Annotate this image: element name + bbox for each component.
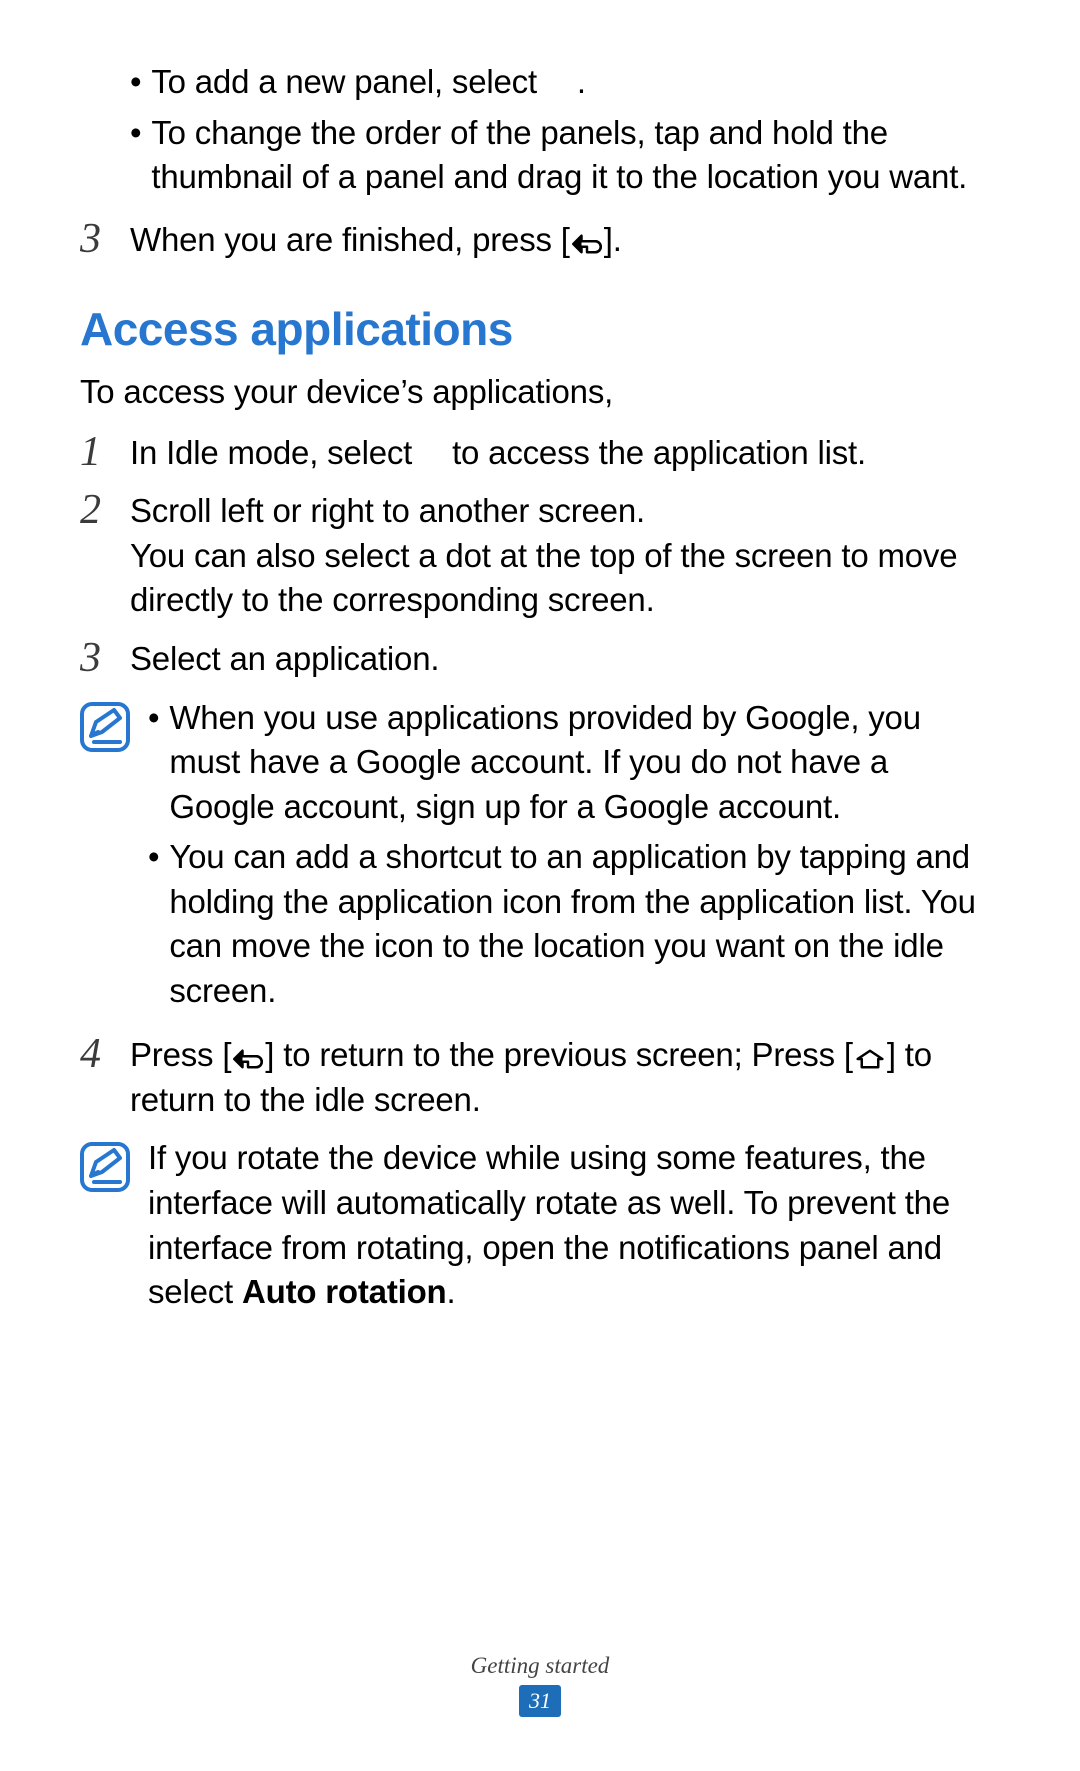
footer-section-title: Getting started	[0, 1650, 1080, 1681]
step-number: 4	[80, 1033, 120, 1075]
bullet-text: You can add a shortcut to an application…	[169, 835, 1000, 1013]
step-number: 3	[80, 218, 120, 260]
note-block: • When you use applications provided by …	[80, 696, 1000, 1020]
step-number: 1	[80, 431, 120, 473]
back-icon	[570, 233, 604, 255]
list-item: • To change the order of the panels, tap…	[130, 111, 1000, 200]
step-row: 3 When you are finished, press [].	[80, 218, 1000, 263]
step-body: Select an application.	[130, 637, 1000, 682]
text: Scroll left or right to another screen.	[130, 492, 645, 529]
note-body: If you rotate the device while using som…	[148, 1136, 1000, 1314]
page-content: • To add a new panel, select . • To chan…	[80, 60, 1000, 1315]
text: You can also select a dot at the top of …	[130, 537, 957, 619]
page-number: 31	[519, 1685, 561, 1717]
section-heading: Access applications	[80, 298, 1000, 360]
text: ] to return to the previous screen; Pres…	[265, 1036, 853, 1073]
note-body: • When you use applications provided by …	[148, 696, 1000, 1020]
page-footer: Getting started 31	[0, 1650, 1080, 1717]
step-row: 2 Scroll left or right to another screen…	[80, 489, 1000, 623]
text: In Idle mode, select	[130, 434, 421, 471]
step-number: 3	[80, 637, 120, 679]
text: To add a new panel, select	[151, 63, 546, 100]
note-block: If you rotate the device while using som…	[80, 1136, 1000, 1314]
step-body: In Idle mode, select to access the appli…	[130, 431, 1000, 476]
text: .	[447, 1273, 456, 1310]
bullet-text: When you use applications provided by Go…	[169, 696, 1000, 830]
top-bullet-list: • To add a new panel, select . • To chan…	[80, 60, 1000, 200]
text: Press [	[130, 1036, 231, 1073]
text: ].	[604, 221, 622, 258]
text: When you are finished, press [	[130, 221, 570, 258]
section-intro: To access your device’s applications,	[80, 370, 1000, 415]
back-icon	[231, 1048, 265, 1070]
list-item: • When you use applications provided by …	[148, 696, 1000, 830]
bullet-dot: •	[130, 60, 141, 105]
bullet-dot: •	[130, 111, 141, 200]
list-item: • You can add a shortcut to an applicati…	[148, 835, 1000, 1013]
bullet-dot: •	[148, 835, 159, 1013]
text: to access the application list.	[452, 434, 866, 471]
step-body: When you are finished, press [].	[130, 218, 1000, 263]
list-item: • To add a new panel, select .	[130, 60, 1000, 105]
home-icon	[853, 1048, 887, 1070]
bullet-text: To add a new panel, select .	[151, 60, 585, 105]
step-body: Scroll left or right to another screen. …	[130, 489, 1000, 623]
bullet-text: To change the order of the panels, tap a…	[151, 111, 1000, 200]
note-icon	[80, 1142, 130, 1192]
text: .	[577, 63, 586, 100]
step-number: 2	[80, 489, 120, 531]
text-bold: Auto rotation	[242, 1273, 447, 1310]
bullet-dot: •	[148, 696, 159, 830]
step-row: 3 Select an application.	[80, 637, 1000, 682]
step-row: 1 In Idle mode, select to access the app…	[80, 431, 1000, 476]
note-icon	[80, 702, 130, 752]
step-body: Press [ ] to return to the previous scree…	[130, 1033, 1000, 1122]
step-row: 4 Press [ ] to return to the previous scr…	[80, 1033, 1000, 1122]
